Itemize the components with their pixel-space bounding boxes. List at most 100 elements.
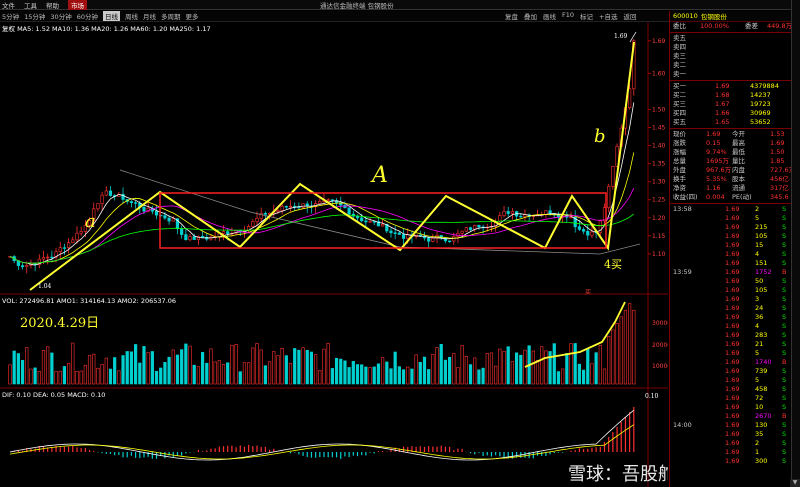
replay-button[interactable]: 复盘 <box>505 11 518 21</box>
volume-bar <box>154 370 159 385</box>
candle-body <box>50 256 54 259</box>
period-15min[interactable]: 15分钟 <box>24 11 45 21</box>
stat-value: 0.004 <box>706 193 725 201</box>
volume-bar <box>418 361 422 385</box>
tick-price: 1.69 <box>725 322 740 330</box>
period-month[interactable]: 月线 <box>143 11 156 21</box>
period-more[interactable]: 更多 <box>185 11 198 21</box>
volume-bar <box>67 362 71 385</box>
candle-body <box>397 232 401 235</box>
volume-bar <box>242 362 247 385</box>
stat-row: 换手 5.35% 股本 456亿 <box>670 175 800 184</box>
annotation-b: b <box>594 126 606 147</box>
volume-bar <box>376 363 381 385</box>
tick-side: S <box>782 331 787 339</box>
volume-bar <box>263 365 267 385</box>
candle-body <box>372 221 376 223</box>
tick-volume: 458 <box>755 385 768 393</box>
menu-item-file[interactable]: 文件 <box>2 0 15 10</box>
add-watchlist-button[interactable]: +自选 <box>599 11 617 21</box>
stat-label: 净资 <box>673 184 686 192</box>
stat-value: 1.69 <box>770 139 785 147</box>
tick-side: S <box>782 385 787 393</box>
tick-row: 1.69 1740 B <box>670 358 800 367</box>
menu-item-market[interactable]: 市场 <box>68 0 87 10</box>
volume-bar <box>167 356 171 385</box>
macd-legend-text: DIF: 0.10 DEA: 0.05 MACD: 0.10 <box>2 391 106 399</box>
period-week[interactable]: 周线 <box>125 11 138 21</box>
candle-body <box>75 232 79 241</box>
f10-button[interactable]: F10 <box>562 11 574 21</box>
price-tick-label: 1.35 <box>652 161 666 168</box>
stat-row: 收益(四) 0.004 PE(动) 345.6 <box>670 193 800 202</box>
candle-body <box>326 199 330 201</box>
candle-body <box>368 221 372 223</box>
tick-row: 1.69 36 S <box>670 313 800 322</box>
mark-button[interactable]: 标记 <box>580 11 593 21</box>
tick-side: S <box>782 259 787 267</box>
order-diff-label: 委差 <box>745 22 758 30</box>
volume-bar <box>16 353 20 385</box>
volume-bar <box>602 368 607 385</box>
overlay-button[interactable]: 叠加 <box>524 11 537 21</box>
right-sidebar[interactable] <box>791 0 800 487</box>
tick-side: B <box>782 268 787 276</box>
stat-label: 最高 <box>732 139 745 147</box>
volume-bar <box>393 351 397 385</box>
menu-item-help[interactable]: 帮助 <box>46 0 59 10</box>
volume-bar <box>427 369 431 385</box>
kline-svg[interactable]: 1.69 1.60 1.50 1.45 1.40 1.35 1.30 1.25 1.20 1.15… <box>0 22 668 487</box>
ask-label: 卖五 <box>673 34 686 42</box>
period-60min[interactable]: 60分钟 <box>77 11 98 21</box>
bid-label: 买二 <box>673 91 686 99</box>
draw-button[interactable]: 画线 <box>543 11 556 21</box>
volume-bar <box>494 365 498 385</box>
bid-volume: 30969 <box>750 109 771 117</box>
period-30min[interactable]: 30分钟 <box>50 11 71 21</box>
volume-bar <box>607 336 611 385</box>
volume-bar <box>355 364 360 385</box>
tick-volume: 1740 <box>755 358 772 366</box>
volume-bar <box>506 346 510 385</box>
tick-side: S <box>782 286 787 294</box>
tick-row: 1.69 4 S <box>670 250 800 259</box>
stat-value: 456亿 <box>770 175 789 183</box>
menu-item-tools[interactable]: 工具 <box>24 0 37 10</box>
period-multi[interactable]: 多周期 <box>161 11 181 21</box>
volume-bar <box>372 366 376 385</box>
kline-chart-area[interactable]: 1.69 1.60 1.50 1.45 1.40 1.35 1.30 1.25 1.20 1.15… <box>0 22 668 487</box>
tick-side: S <box>782 205 787 213</box>
bid-price: 1.68 <box>715 91 730 99</box>
volume-bar <box>443 359 448 385</box>
volume-bar <box>334 357 339 385</box>
tick-row: 1.69 50 S <box>670 277 800 286</box>
tick-price: 1.69 <box>725 259 740 267</box>
candle-body <box>506 211 510 214</box>
volume-bar <box>460 345 464 385</box>
candle-body <box>330 199 334 201</box>
scroll-down-icon[interactable]: ▼ <box>790 479 800 487</box>
volume-bar <box>590 363 594 385</box>
annotation-big-a: A <box>370 163 388 188</box>
stat-label: 总量 <box>673 157 686 165</box>
volume-bar <box>129 351 134 385</box>
volume-bar <box>184 343 188 385</box>
volume-bar <box>12 350 16 385</box>
tick-price: 1.69 <box>725 358 740 366</box>
tick-row: 13:58 1.69 2 S <box>670 205 800 214</box>
stock-header: 600010 包钢股份 <box>670 11 800 22</box>
period-day[interactable]: 日线 <box>102 11 120 21</box>
volume-bar <box>368 367 372 385</box>
volume-bar <box>29 368 33 385</box>
tick-side: S <box>782 457 787 465</box>
period-5min[interactable]: 5分钟 <box>2 11 19 21</box>
candle-body <box>25 264 29 268</box>
volume-bar <box>234 344 238 385</box>
volume-legend: VOL: 272496.81 AMO1: 314164.13 AMO2: 206… <box>2 297 176 305</box>
volume-bar <box>251 347 255 385</box>
tick-list[interactable]: 13:58 1.69 2 S 1.69 5 S 1.69 215 S 1.69 105 S 1.69 15 S… <box>670 205 800 466</box>
tick-price: 1.69 <box>725 241 740 249</box>
back-button[interactable]: 返回 <box>623 11 636 21</box>
bid-row: 买一 1.69 4379884 <box>670 82 800 91</box>
candle-body <box>280 206 284 211</box>
